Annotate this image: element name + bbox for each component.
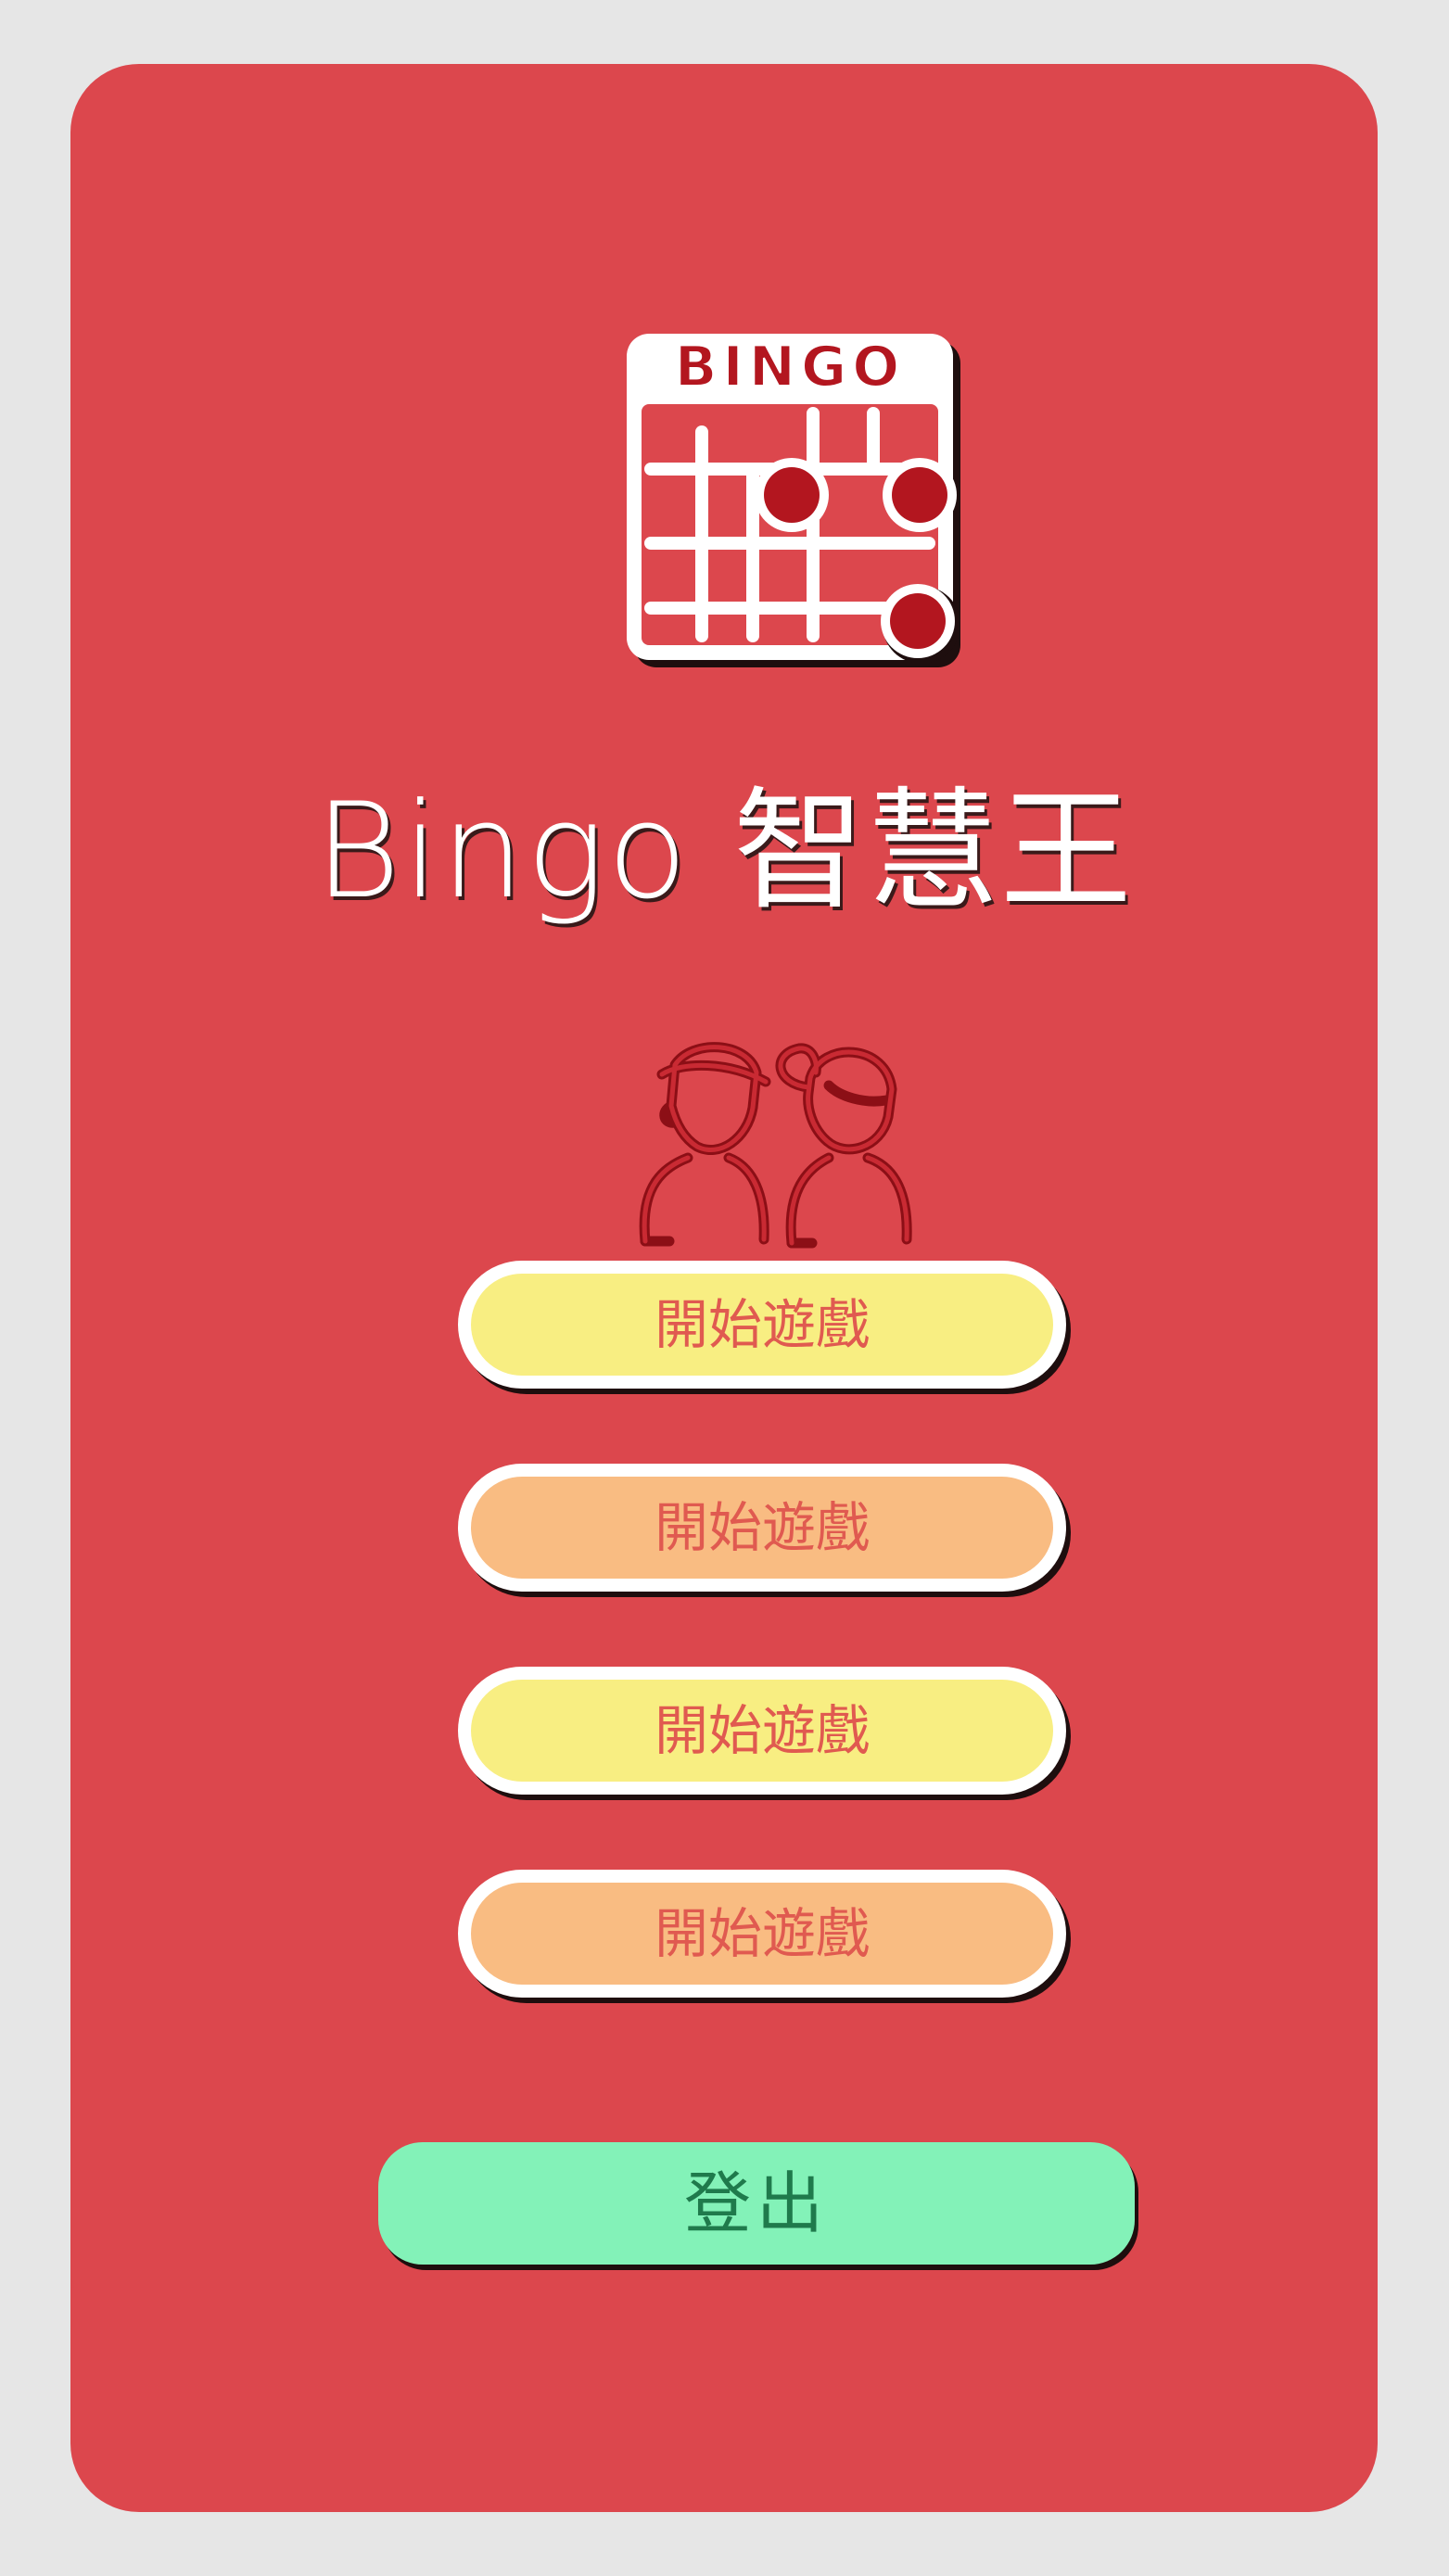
logo-text: BINGO: [675, 335, 906, 400]
start-game-button-3[interactable]: 開始遊戲: [458, 1667, 1066, 1795]
bingo-card-icon: BINGO: [627, 334, 960, 667]
start-game-button-2[interactable]: 開始遊戲: [458, 1464, 1066, 1592]
boy-girl-icon: [639, 1042, 912, 1249]
start-game-button-4[interactable]: 開始遊戲: [458, 1870, 1066, 1998]
logout-button[interactable]: 登出: [378, 2142, 1135, 2265]
main-card: BINGO Bingo 智慧王 開始遊戲 開始遊戲 開始遊戲 開始遊戲 登出: [70, 64, 1378, 2512]
app-title: Bingo 智慧王: [314, 775, 1134, 928]
start-game-button-1[interactable]: 開始遊戲: [458, 1261, 1066, 1389]
